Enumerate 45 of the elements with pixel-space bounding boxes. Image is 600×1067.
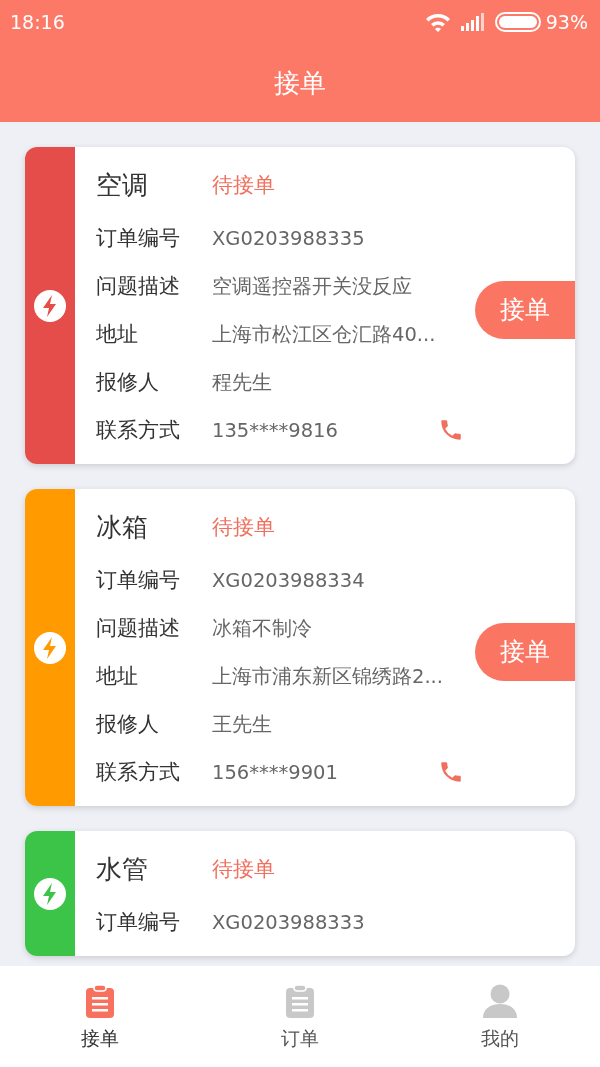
- lightning-icon: [34, 631, 66, 664]
- wifi-icon: [424, 12, 451, 32]
- tab-item[interactable]: 我的: [400, 966, 600, 1067]
- order-status: 待接单: [212, 172, 275, 199]
- field-value: 上海市浦东新区锦绣路2...: [212, 663, 443, 690]
- field-value: 135****9816: [212, 418, 339, 442]
- signal-icon: [460, 13, 485, 31]
- field-label: 报修人: [96, 369, 160, 396]
- clipboard-icon: [85, 984, 115, 1018]
- phone-icon[interactable]: [438, 417, 464, 443]
- tab-item[interactable]: 接单: [0, 966, 200, 1067]
- field-label: 问题描述: [96, 273, 181, 300]
- lightning-icon: [34, 877, 66, 910]
- field-value: XG0203988333: [212, 910, 366, 934]
- clipboard-icon: [285, 984, 315, 1018]
- field-value: XG0203988334: [212, 568, 366, 592]
- field-label: 订单编号: [96, 225, 181, 252]
- field-label: 报修人: [96, 711, 160, 738]
- field-value: 王先生: [212, 711, 273, 738]
- field-label: 地址: [96, 663, 139, 690]
- lightning-icon: [34, 289, 66, 322]
- field-value: XG0203988335: [212, 226, 366, 250]
- order-status: 待接单: [212, 514, 275, 541]
- phone-icon[interactable]: [438, 759, 464, 785]
- field-label: 地址: [96, 321, 139, 348]
- status-time: 18:16: [10, 11, 65, 33]
- field-value: 上海市松江区仓汇路40...: [212, 321, 437, 348]
- field-label: 联系方式: [96, 759, 181, 786]
- order-category: 水管: [96, 852, 149, 886]
- order-status: 待接单: [212, 856, 275, 883]
- field-value: 冰箱不制冷: [212, 615, 313, 642]
- order-category: 空调: [96, 168, 149, 202]
- battery-percent: 93%: [545, 11, 588, 33]
- field-label: 联系方式: [96, 417, 181, 444]
- tab-item[interactable]: 订单: [200, 966, 400, 1067]
- page-title: 接单: [274, 66, 326, 100]
- field-value: 156****9901: [212, 760, 339, 784]
- field-value: 程先生: [212, 369, 273, 396]
- person-icon: [482, 984, 518, 1018]
- field-value: 空调遥控器开关没反应: [212, 273, 413, 300]
- battery-icon: [494, 12, 541, 32]
- field-label: 订单编号: [96, 909, 181, 936]
- field-label: 订单编号: [96, 567, 181, 594]
- order-category: 冰箱: [96, 510, 149, 544]
- field-label: 问题描述: [96, 615, 181, 642]
